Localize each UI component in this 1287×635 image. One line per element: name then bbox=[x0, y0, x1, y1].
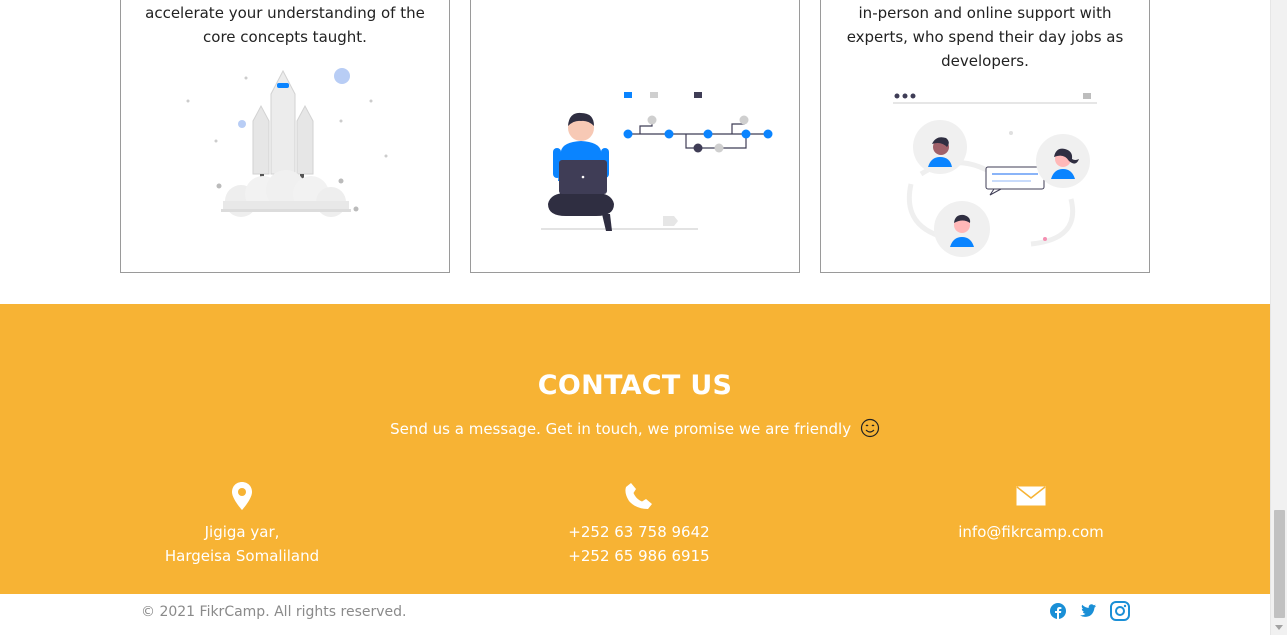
feature-card-learn: accelerate your understanding of the cor… bbox=[120, 0, 450, 273]
contact-address: Jigiga yar, Hargeisa Somaliland bbox=[92, 480, 392, 568]
card-description: accelerate your understanding of the cor… bbox=[145, 4, 425, 46]
social-links bbox=[1050, 601, 1130, 621]
facebook-icon[interactable] bbox=[1050, 603, 1066, 619]
rocket-illustration bbox=[186, 68, 388, 217]
twitter-icon[interactable] bbox=[1080, 604, 1096, 618]
contact-title: CONTACT US bbox=[537, 370, 733, 401]
scrollbar-thumb[interactable] bbox=[1274, 510, 1285, 618]
address-line-2: Hargeisa Somaliland bbox=[164, 547, 320, 565]
feature-card-support: in-person and online support with expert… bbox=[820, 0, 1150, 273]
contact-section: CONTACT US Send us a message. Get in tou… bbox=[0, 304, 1270, 594]
phone-icon bbox=[489, 480, 789, 512]
contact-subtitle: Send us a message. Get in touch, we prom… bbox=[0, 418, 1270, 438]
scroll-down-arrow-icon[interactable] bbox=[1275, 625, 1283, 630]
smiley-icon bbox=[860, 418, 879, 438]
email-link[interactable]: info@fikrcamp.com bbox=[958, 523, 1103, 541]
footer: © 2021 FikrCamp. All rights reserved. bbox=[0, 594, 1270, 635]
card-description: in-person and online support with expert… bbox=[846, 4, 1124, 70]
envelope-icon bbox=[881, 480, 1181, 512]
phone-number-1[interactable]: +252 63 758 9642 bbox=[489, 520, 789, 544]
people-chat-illustration bbox=[893, 93, 1097, 257]
instagram-icon[interactable] bbox=[1110, 601, 1130, 621]
contact-email: info@fikrcamp.com bbox=[881, 480, 1181, 544]
page-scrollbar[interactable] bbox=[1270, 0, 1287, 635]
location-pin-icon bbox=[92, 480, 392, 512]
page: accelerate your understanding of the cor… bbox=[0, 0, 1270, 635]
phone-number-2[interactable]: +252 65 986 6915 bbox=[489, 544, 789, 568]
developer-laptop-illustration bbox=[541, 92, 773, 231]
copyright-text: © 2021 FikrCamp. All rights reserved. bbox=[141, 604, 407, 620]
contact-phone: +252 63 758 9642 +252 65 986 6915 bbox=[489, 480, 789, 568]
address-line-1: Jigiga yar, bbox=[204, 523, 280, 541]
contact-subtitle-text: Send us a message. Get in touch, we prom… bbox=[390, 420, 852, 438]
feature-card-build bbox=[470, 0, 800, 273]
